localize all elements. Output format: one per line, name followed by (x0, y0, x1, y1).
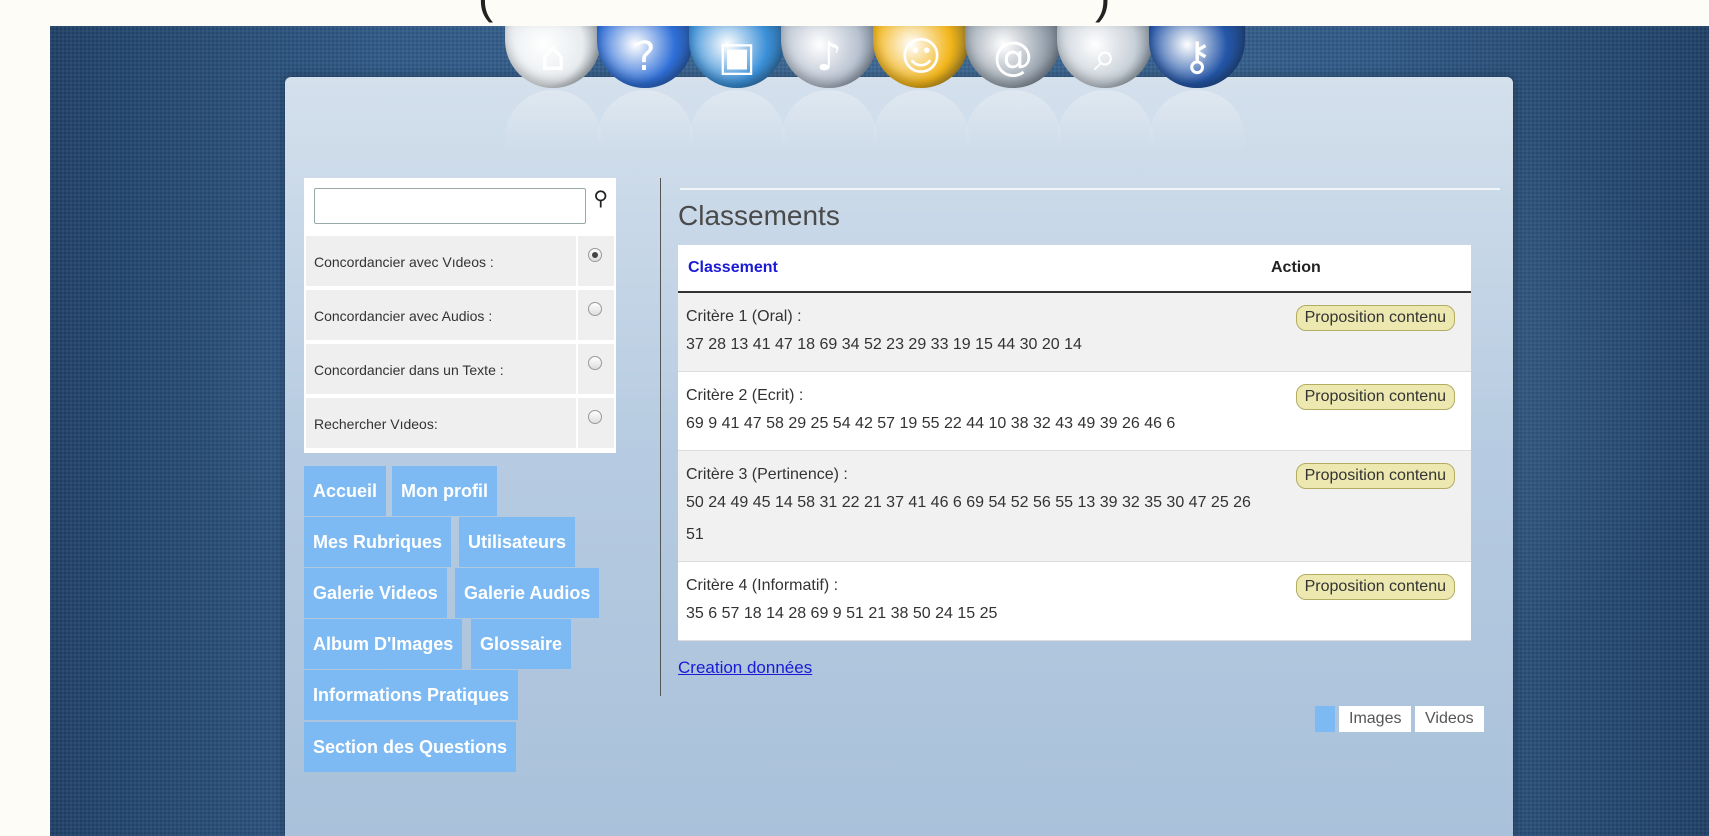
column-header-classement[interactable]: Classement (688, 259, 778, 277)
criterion-numbers: 50 24 49 45 14 58 31 22 21 37 41 46 6 69… (686, 494, 1251, 543)
home-icon-glyph: ⌂ (540, 34, 566, 80)
proposition-contenu-button[interactable]: Proposition contenu (1295, 574, 1455, 600)
key-icon[interactable]: ⚷ (1149, 26, 1245, 88)
divider (576, 344, 578, 394)
search-option-videos[interactable]: Concordancier avec Vıdeos : (306, 234, 614, 286)
help-icon[interactable]: ? (597, 26, 693, 88)
user-icon-reflection (873, 90, 969, 150)
key-icon-reflection (1149, 90, 1245, 150)
top-cut-paren-right: ) (1095, 0, 1110, 24)
nav-informations-pratiques-button[interactable]: Informations Pratiques (304, 670, 519, 720)
home-icon[interactable]: ⌂ (505, 26, 601, 88)
criterion-numbers: 69 9 41 47 58 29 25 54 42 57 19 55 22 44… (686, 415, 1176, 432)
monitor-icon[interactable]: ▣ (689, 26, 785, 88)
search-icon[interactable]: ⚲ (593, 186, 608, 210)
page-title: Classements (678, 200, 840, 231)
horizontal-divider (680, 188, 1500, 190)
divider (576, 236, 578, 286)
search-option-texte[interactable]: Concordancier dans un Texte : (306, 342, 614, 394)
proposition-contenu-button[interactable]: Proposition contenu (1295, 384, 1455, 410)
search-doc-icon-reflection (1057, 90, 1153, 150)
creation-donnees-link[interactable]: Creation données (678, 658, 812, 678)
help-icon-reflection (597, 90, 693, 150)
help-icon-glyph: ? (634, 34, 656, 80)
column-header-action: Action (1271, 259, 1321, 276)
nav-accueil-button[interactable]: Accueil (304, 466, 387, 516)
vertical-divider (660, 178, 661, 696)
search-option-label: Concordancier avec Vıdeos : (314, 254, 494, 270)
nav-mon-profil-button[interactable]: Mon profil (392, 466, 497, 516)
nav-album-images-button[interactable]: Album D'Images (304, 619, 463, 669)
music-cd-icon[interactable]: ♪ (781, 26, 877, 88)
top-cut-paren-left: ( (478, 0, 493, 24)
search-option-label: Concordancier dans un Texte : (314, 362, 504, 378)
nav-galerie-audios-button[interactable]: Galerie Audios (455, 568, 600, 618)
search-option-label: Rechercher Vıdeos: (314, 416, 438, 432)
proposition-contenu-button[interactable]: Proposition contenu (1295, 305, 1455, 331)
divider (576, 290, 578, 340)
search-option-label: Concordancier avec Audios : (314, 308, 493, 324)
radio-rechercher-videos[interactable] (588, 410, 602, 424)
table-row: Critère 3 (Pertinence) : 50 24 49 45 14 … (678, 451, 1471, 562)
media-tab-indicator[interactable] (1315, 706, 1335, 732)
radio-audios[interactable] (588, 302, 602, 316)
top-strip: ( ) (0, 0, 1709, 26)
home-icon-reflection (505, 90, 601, 150)
classements-table: Classement Action Critère 1 (Oral) : 37 … (678, 245, 1471, 641)
search-option-audios[interactable]: Concordancier avec Audios : (306, 288, 614, 340)
user-icon[interactable]: ☺ (873, 26, 969, 88)
music-cd-icon-reflection (781, 90, 877, 150)
radio-texte[interactable] (588, 356, 602, 370)
criterion-numbers: 35 6 57 18 14 28 69 9 51 21 38 50 24 15 … (686, 605, 998, 622)
table-header: Classement Action (678, 245, 1471, 293)
search-doc-icon-glyph: ⌕ (1093, 34, 1117, 80)
nav-glossaire-button[interactable]: Glossaire (471, 619, 572, 669)
search-input[interactable] (314, 188, 586, 224)
criterion-numbers: 37 28 13 41 47 18 69 34 52 23 29 33 19 1… (686, 336, 1082, 353)
divider (576, 398, 578, 448)
search-doc-icon[interactable]: ⌕ (1057, 26, 1153, 88)
nav-galerie-videos-button[interactable]: Galerie Videos (304, 568, 447, 618)
radio-videos[interactable] (588, 248, 602, 262)
nav-utilisateurs-button[interactable]: Utilisateurs (459, 517, 576, 567)
email-icon[interactable]: @ (965, 26, 1061, 88)
monitor-icon-glyph: ▣ (718, 34, 756, 80)
table-row: Critère 1 (Oral) : 37 28 13 41 47 18 69 … (678, 293, 1471, 372)
search-panel: ⚲ Concordancier avec Vıdeos : Concordanc… (304, 178, 616, 453)
media-tab-images[interactable]: Images (1339, 706, 1412, 732)
proposition-contenu-button[interactable]: Proposition contenu (1295, 463, 1455, 489)
monitor-icon-reflection (689, 90, 785, 150)
key-icon-glyph: ⚷ (1182, 34, 1212, 80)
music-cd-icon-glyph: ♪ (816, 34, 842, 80)
nav-section-questions-button[interactable]: Section des Questions (304, 722, 517, 772)
email-icon-reflection (965, 90, 1061, 150)
table-row: Critère 4 (Informatif) : 35 6 57 18 14 2… (678, 562, 1471, 641)
nav-mes-rubriques-button[interactable]: Mes Rubriques (304, 517, 452, 567)
email-icon-glyph: @ (993, 34, 1033, 80)
icon-bar: ⌂? ▣ ♪ ☺ @ ⌕ ⚷ (505, 26, 1305, 150)
media-tab-videos[interactable]: Videos (1415, 706, 1484, 732)
search-option-rechercher-videos[interactable]: Rechercher Vıdeos: (306, 396, 614, 448)
table-row: Critère 2 (Ecrit) : 69 9 41 47 58 29 25 … (678, 372, 1471, 451)
user-icon-glyph: ☺ (900, 34, 942, 80)
